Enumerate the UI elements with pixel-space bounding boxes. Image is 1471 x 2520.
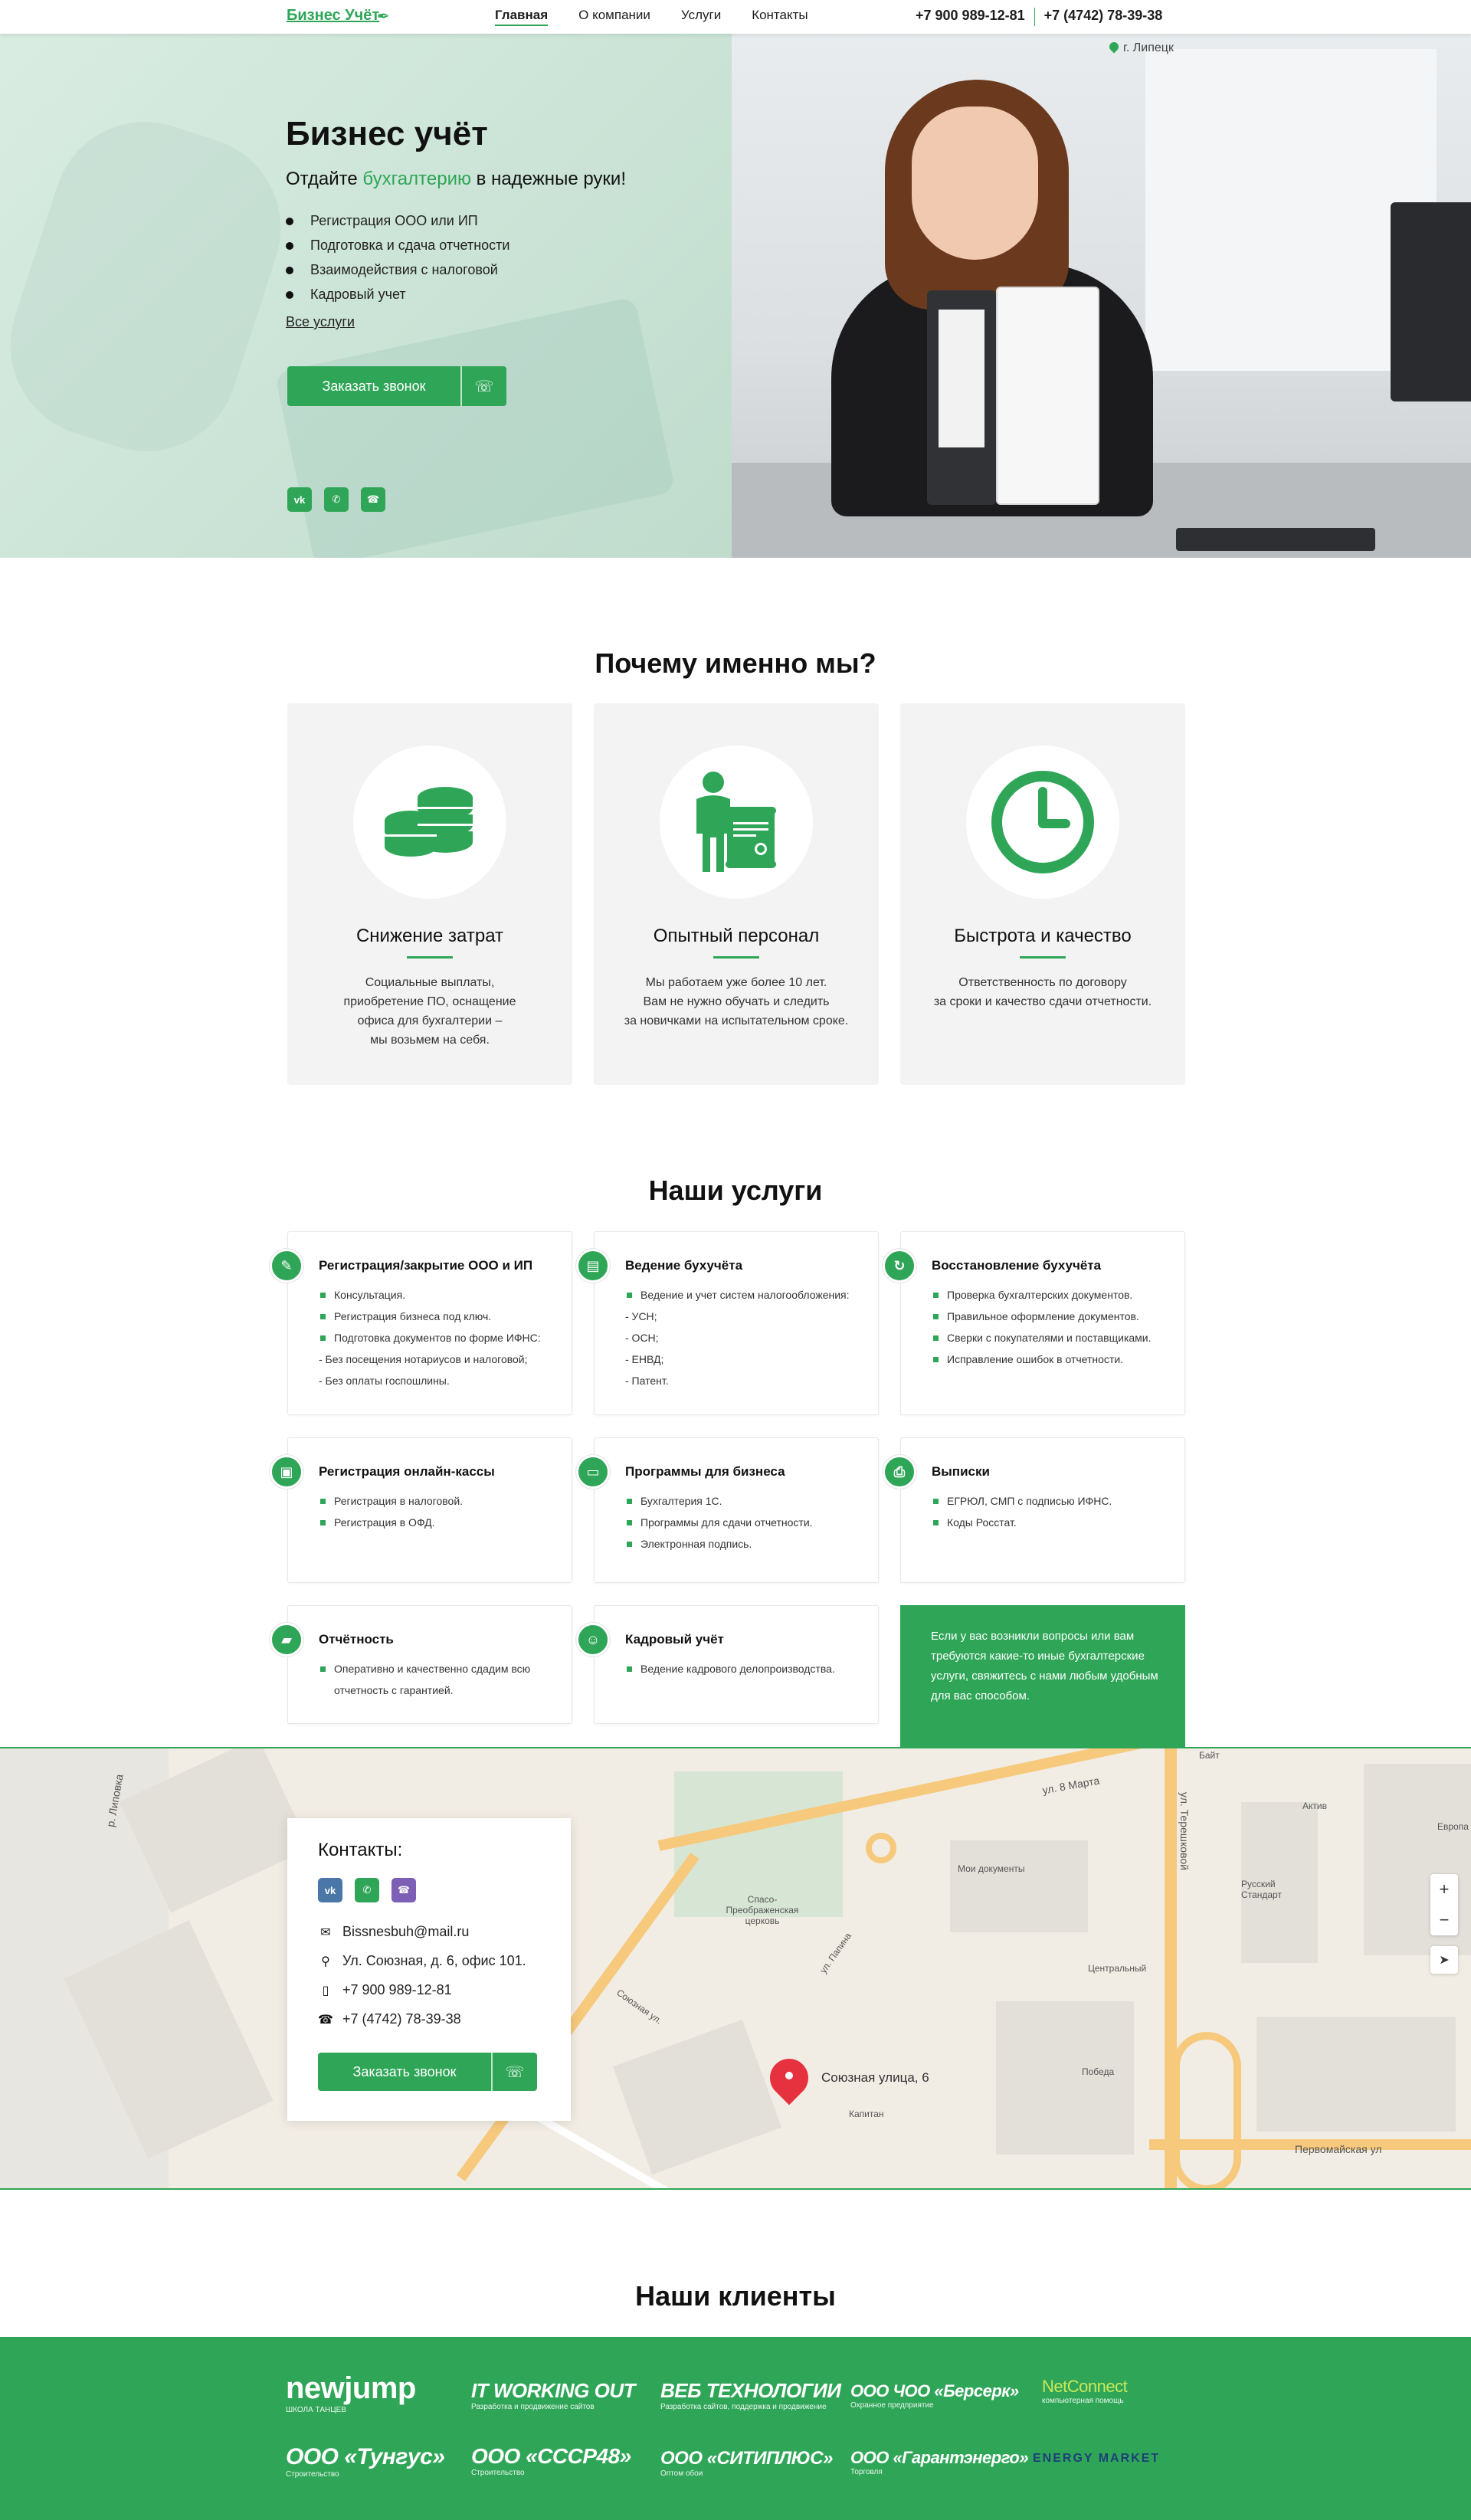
why-card-title: Опытный персонал [653, 926, 820, 946]
vk-icon[interactable]: vk [318, 1878, 342, 1902]
all-services-link[interactable]: Все услуги [286, 314, 355, 330]
pen-icon: ✒ [377, 8, 390, 25]
hero-callback-button[interactable]: Заказать звонок ☏ [287, 366, 506, 406]
why-card-text: Ответственность по договору за сроки и к… [933, 976, 1152, 1008]
why-card-title: Быстрота и качество [954, 926, 1132, 946]
employee-icon [696, 772, 776, 872]
list-item: Взаимодействия с налоговой [286, 257, 509, 282]
location-icon: ⚲ [321, 1955, 330, 1968]
refresh-icon: ↻ [883, 1249, 916, 1283]
client-logo: ООО «Тунгус» Строительство [286, 2444, 445, 2479]
contacts-callback-button[interactable]: Заказать звонок ☏ [318, 2053, 537, 2091]
logo[interactable]: Бизнес Учёт [287, 7, 379, 25]
geolocation-button[interactable]: ➤ [1430, 1946, 1458, 1974]
phone-icon[interactable]: ☏ [491, 2053, 537, 2091]
client-logo: ВЕБ ТЕХНОЛОГИИ Разработка сайтов, поддерж… [660, 2379, 841, 2411]
location-pin-icon [1107, 40, 1121, 54]
hero-title: Бизнес учёт [286, 115, 488, 152]
vk-icon[interactable]: vk [287, 487, 312, 512]
telephone-icon: ☎ [318, 2013, 333, 2027]
hero-subtitle: Отдайте бухгалтерию в надежные руки! [286, 169, 626, 189]
service-card-hr[interactable]: ☺ Кадровый учёт Ведение кадрового делопр… [576, 1605, 879, 1724]
location-label: г. Липецк [1107, 40, 1174, 55]
service-card-restore[interactable]: ↻ Восстановление бухучёта Проверка бухга… [883, 1231, 1185, 1415]
header-phones: +7 900 989-12-81 +7 (4742) 78-39-38 [916, 8, 1162, 26]
client-logo: ООО ЧОО «Берсерк» Охранное предприятие [850, 2381, 1019, 2410]
viber-icon[interactable]: ☎ [392, 1878, 416, 1902]
client-logo: ООО «СИТИПЛЮС» Оптом обои [660, 2448, 833, 2478]
why-card-staff: Опытный персонал Мы работаем уже более 1… [594, 703, 879, 1085]
why-card-text: Социальные выплаты, приобретение ПО, осн… [343, 976, 516, 1047]
clock-icon [991, 771, 1094, 873]
why-title: Почему именно мы? [595, 647, 876, 679]
header-phone-city[interactable]: +7 (4742) 78-39-38 [1044, 8, 1163, 26]
chart-icon: ▰ [270, 1623, 303, 1657]
list-item: Подготовка и сдача отчетности [286, 233, 509, 257]
client-logo: NetConnect компьютерная помощь [1042, 2377, 1128, 2405]
why-card-costs: Снижение затрат Социальные выплаты, прио… [287, 703, 572, 1085]
list-item: Регистрация ООО или ИП [286, 208, 509, 233]
map[interactable]: р. Липовка ул. 8 Марта Первомайская ул С… [0, 1747, 1471, 2190]
client-logo: IT WORKING OUT Разработка и продвижение с… [471, 2379, 635, 2411]
client-logo: ООО «СССР48» Строительство [471, 2444, 631, 2477]
client-logo: ООО «Гарантэнерго» Торговля [850, 2448, 1029, 2476]
zoom-out-button[interactable]: − [1430, 1905, 1458, 1935]
clients-strip: newjump ШКОЛА ТАНЦЕВ IT WORKING OUT Разраб… [0, 2337, 1471, 2520]
contact-landline[interactable]: ☎ +7 (4742) 78-39-38 [318, 2011, 461, 2027]
stamp-icon: ⎙ [883, 1455, 916, 1489]
service-card-accounting[interactable]: ▤ Ведение бухучёта Ведение и учет систем… [576, 1231, 879, 1415]
map-zoom-control: + − [1430, 1874, 1458, 1935]
zoom-in-button[interactable]: + [1430, 1874, 1458, 1905]
contact-mobile[interactable]: ▯ +7 900 989-12-81 [318, 1982, 452, 1998]
contacts-card: Контакты: vk ✆ ☎ ✉ Bissnesbuh@mail.ru ⚲ Ул… [287, 1818, 571, 2121]
client-logo: newjump ШКОЛА ТАНЦЕВ [286, 2371, 416, 2414]
mail-icon: ✉ [320, 1925, 331, 1939]
header-phone-mobile[interactable]: +7 900 989-12-81 [916, 8, 1025, 26]
hero-photo [732, 34, 1471, 558]
contacts-title: Контакты: [318, 1840, 403, 1860]
viber-icon[interactable]: ☎ [361, 487, 385, 512]
phone-divider [1034, 8, 1035, 26]
monitor-icon: ▭ [576, 1455, 610, 1489]
service-card-cashbox[interactable]: ▣ Регистрация онлайн-кассы Регистрация в… [270, 1437, 572, 1583]
hero-bullet-list: Регистрация ООО или ИП Подготовка и сдач… [286, 208, 509, 306]
contact-socials: vk ✆ ☎ [318, 1878, 416, 1902]
coins-icon [385, 787, 473, 857]
nav-home[interactable]: Главная [495, 8, 549, 26]
hero-socials: vk ✆ ☎ [287, 487, 385, 512]
whatsapp-icon[interactable]: ✆ [355, 1878, 379, 1902]
contact-email[interactable]: ✉ Bissnesbuh@mail.ru [318, 1924, 469, 1940]
list-item: Кадровый учет [286, 282, 509, 306]
why-card-title: Снижение затрат [355, 926, 504, 946]
map-pin-label: Союзная улица, 6 [821, 2070, 929, 2085]
clients-title: Наши клиенты [635, 2280, 836, 2312]
nav-services[interactable]: Услуги [681, 8, 721, 26]
site-header: Бизнес Учёт ✒ Главная О компании Услуги … [0, 0, 1471, 34]
nav-contacts[interactable]: Контакты [752, 8, 808, 26]
service-card-reports[interactable]: ▰ Отчётность Оперативно и качественно сд… [270, 1605, 572, 1724]
main-nav: Главная О компании Услуги Контакты [495, 8, 808, 26]
binder-white [996, 287, 1099, 505]
person-icon: ☺ [576, 1623, 610, 1657]
mobile-phone-icon: ▯ [322, 1984, 329, 1997]
why-card-speed: Быстрота и качество Ответственность по д… [900, 703, 1185, 1085]
hero-section [0, 34, 1471, 558]
whatsapp-icon[interactable]: ✆ [324, 487, 349, 512]
phone-icon[interactable]: ☏ [460, 366, 506, 406]
contact-address: ⚲ Ул. Союзная, д. 6, офис 101. [318, 1953, 526, 1969]
services-title: Наши услуги [648, 1175, 823, 1206]
document-edit-icon: ✎ [270, 1249, 303, 1283]
service-card-software[interactable]: ▭ Программы для бизнеса Бухгалтерия 1С. … [576, 1437, 879, 1583]
nav-about[interactable]: О компании [578, 8, 650, 26]
service-card-extracts[interactable]: ⎙ Выписки ЕГРЮЛ, СМП с подписью ИФНС. Ко… [883, 1437, 1185, 1583]
client-logo: ENERGY MARKET [1033, 2452, 1161, 2465]
services-contact-note: Если у вас возникли вопросы или вам треб… [900, 1605, 1185, 1751]
ledger-icon: ▤ [576, 1249, 610, 1283]
cash-register-icon: ▣ [270, 1455, 303, 1489]
why-card-text: Мы работаем уже более 10 лет. Вам не нуж… [624, 976, 849, 1027]
service-card-registration[interactable]: ✎ Регистрация/закрытие ООО и ИП Консульт… [270, 1231, 572, 1415]
